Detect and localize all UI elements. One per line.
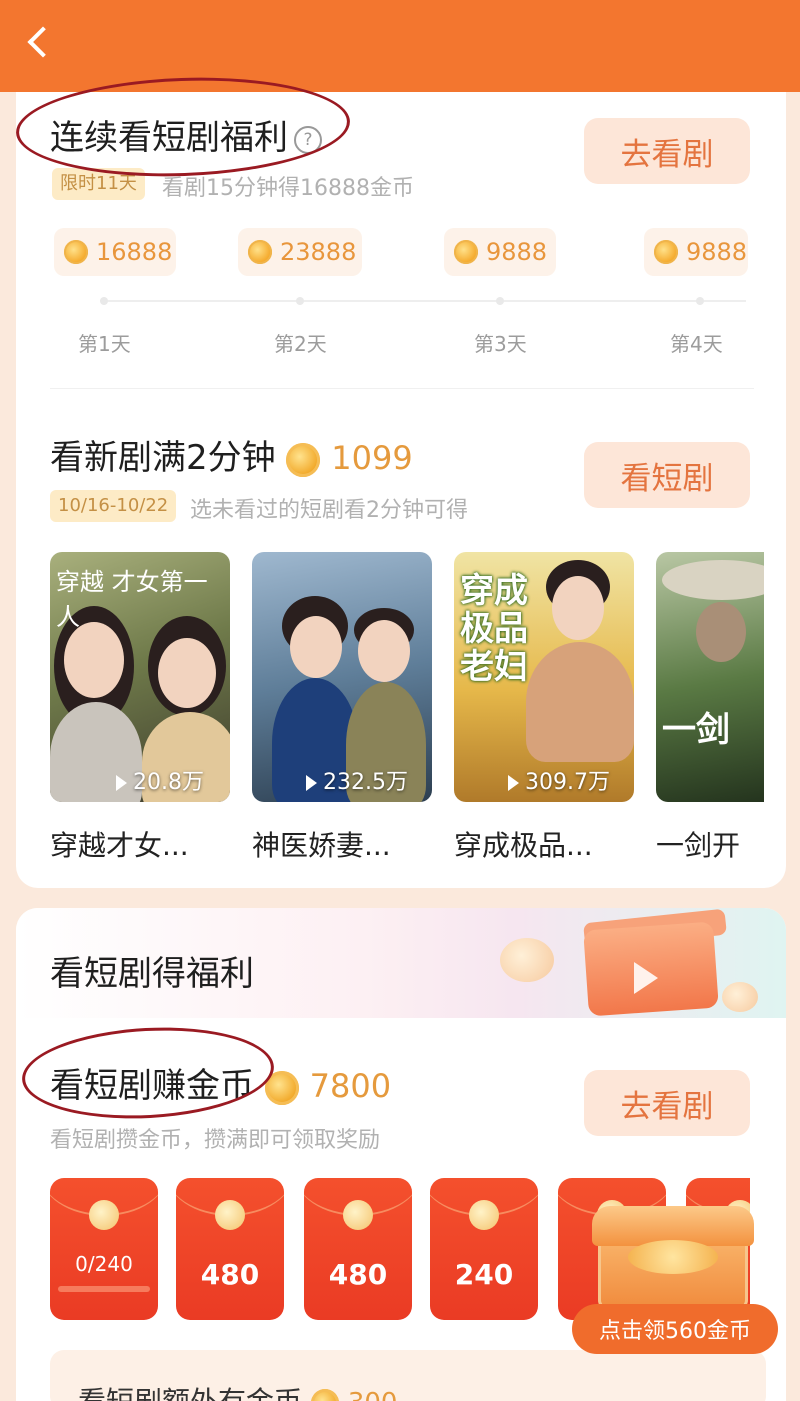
progress-bar — [58, 1286, 150, 1292]
day-label: 第1天 — [78, 332, 131, 356]
welfare-card: 看短剧得福利 看短剧赚金币 7800 去看剧 看短剧攒金币，攒满即可领取奖励 0… — [16, 908, 786, 1401]
envelope-progress: 0/240 — [75, 1252, 133, 1276]
coin-icon — [454, 240, 478, 264]
envelope-value: 240 — [454, 1258, 514, 1291]
chevron-left-icon — [27, 26, 59, 58]
welfare-header-title: 看短剧得福利 — [50, 954, 254, 994]
figure — [290, 616, 342, 678]
envelope-value: 480 — [328, 1258, 388, 1291]
poster-image: 穿越 才女第一人 20.8万 — [50, 552, 230, 802]
coin-icon — [215, 1200, 245, 1230]
red-envelope[interactable]: 480 — [304, 1178, 412, 1320]
track-dot — [496, 297, 504, 305]
gold-coins — [628, 1240, 718, 1274]
poster-caption: 穿成极品老妇 — [460, 571, 528, 687]
day2-reward: 23888 — [238, 228, 362, 276]
day1-reward: 16888 — [54, 228, 176, 276]
treasure-chest-icon[interactable] — [590, 1206, 756, 1316]
coin-icon — [89, 1200, 119, 1230]
figure — [526, 642, 634, 762]
red-envelope[interactable]: 480 — [176, 1178, 284, 1320]
earn-coins-amount: 7800 — [309, 1067, 392, 1105]
view-count: 309.7万 — [508, 764, 610, 796]
red-envelope[interactable]: 0/240 — [50, 1178, 158, 1320]
figure — [64, 622, 124, 698]
view-count: 20.8万 — [116, 764, 204, 796]
back-button[interactable] — [14, 14, 64, 70]
poster-caption: 一剑 — [662, 710, 730, 750]
poster-image: 一剑 — [656, 552, 764, 802]
drama-poster-4[interactable]: 一剑 一剑开 — [656, 552, 764, 864]
poster-title: 神医娇妻... — [252, 829, 391, 862]
welfare-header: 看短剧得福利 — [16, 908, 786, 1018]
track-dot — [696, 297, 704, 305]
go-watch-button-2[interactable]: 去看剧 — [584, 1070, 750, 1136]
earn-desc: 看短剧攒金币，攒满即可领取奖励 — [50, 1128, 381, 1153]
coin-icon — [310, 1389, 339, 1401]
figure — [158, 638, 216, 708]
play-icon — [634, 962, 658, 994]
figure — [358, 620, 410, 682]
figure — [696, 602, 746, 662]
coin-icon — [286, 442, 321, 477]
claim-coins-button[interactable]: 点击领560金币 — [572, 1304, 778, 1354]
coin-icon — [654, 240, 678, 264]
reward-value: 9888 — [686, 238, 748, 266]
new-drama-title: 看新剧满2分钟 1099 — [50, 430, 413, 479]
figure — [552, 576, 604, 640]
extra-coins-amount: 300 — [348, 1388, 398, 1401]
top-nav-bar — [0, 0, 800, 92]
coin-icon — [343, 1200, 373, 1230]
streak-card: 连续看短剧福利? 去看剧 限时11天 看剧15分钟得16888金币 16888 … — [16, 92, 786, 888]
day-label: 第4天 — [670, 332, 723, 356]
poster-title: 一剑开 — [656, 829, 741, 862]
poster-title: 穿成极品... — [454, 829, 593, 862]
date-badge: 10/16-10/22 — [50, 490, 177, 522]
coin-icon — [64, 240, 88, 264]
figure — [662, 560, 764, 600]
new-drama-title-text: 看新剧满2分钟 — [50, 438, 276, 478]
coin-icon — [248, 240, 272, 264]
track-dot — [100, 297, 108, 305]
divider — [50, 388, 754, 389]
extra-coins-title-text: 看短剧额外有金币 — [78, 1385, 302, 1401]
day4-reward: 9888 — [644, 228, 748, 276]
drama-poster-2[interactable]: 232.5万 神医娇妻... — [252, 552, 432, 864]
coin-icon — [722, 982, 758, 1012]
red-envelope[interactable]: 240 — [430, 1178, 538, 1320]
watch-drama-button[interactable]: 看短剧 — [584, 442, 750, 508]
go-watch-button[interactable]: 去看剧 — [584, 118, 750, 184]
new-drama-desc: 选未看过的短剧看2分钟可得 — [190, 498, 468, 523]
day-label: 第2天 — [274, 332, 327, 356]
coin-icon — [500, 938, 554, 982]
view-count: 232.5万 — [306, 764, 408, 796]
poster-title: 穿越才女... — [50, 829, 189, 862]
drama-poster-3[interactable]: 穿成极品老妇 309.7万 穿成极品... — [454, 552, 634, 864]
envelope-value: 480 — [200, 1258, 260, 1291]
reward-value: 23888 — [280, 238, 357, 266]
poster-image: 穿成极品老妇 309.7万 — [454, 552, 634, 802]
reward-value: 16888 — [96, 238, 173, 266]
coin-icon — [469, 1200, 499, 1230]
progress-track — [100, 297, 746, 305]
poster-row: 穿越 才女第一人 20.8万 穿越才女... 232.5万 神医娇妻... 穿成… — [50, 552, 764, 872]
reward-value: 9888 — [486, 238, 548, 266]
extra-coins-title: 看短剧额外有金币 300 — [78, 1380, 397, 1401]
day-label: 第3天 — [474, 332, 527, 356]
new-drama-amount: 1099 — [331, 439, 413, 477]
poster-image: 232.5万 — [252, 552, 432, 802]
extra-coins-row[interactable]: 看短剧额外有金币 300 — [50, 1350, 766, 1401]
day3-reward: 9888 — [444, 228, 556, 276]
poster-caption: 穿越 才女第一人 — [56, 568, 208, 631]
track-dot — [296, 297, 304, 305]
drama-poster-1[interactable]: 穿越 才女第一人 20.8万 穿越才女... — [50, 552, 230, 864]
